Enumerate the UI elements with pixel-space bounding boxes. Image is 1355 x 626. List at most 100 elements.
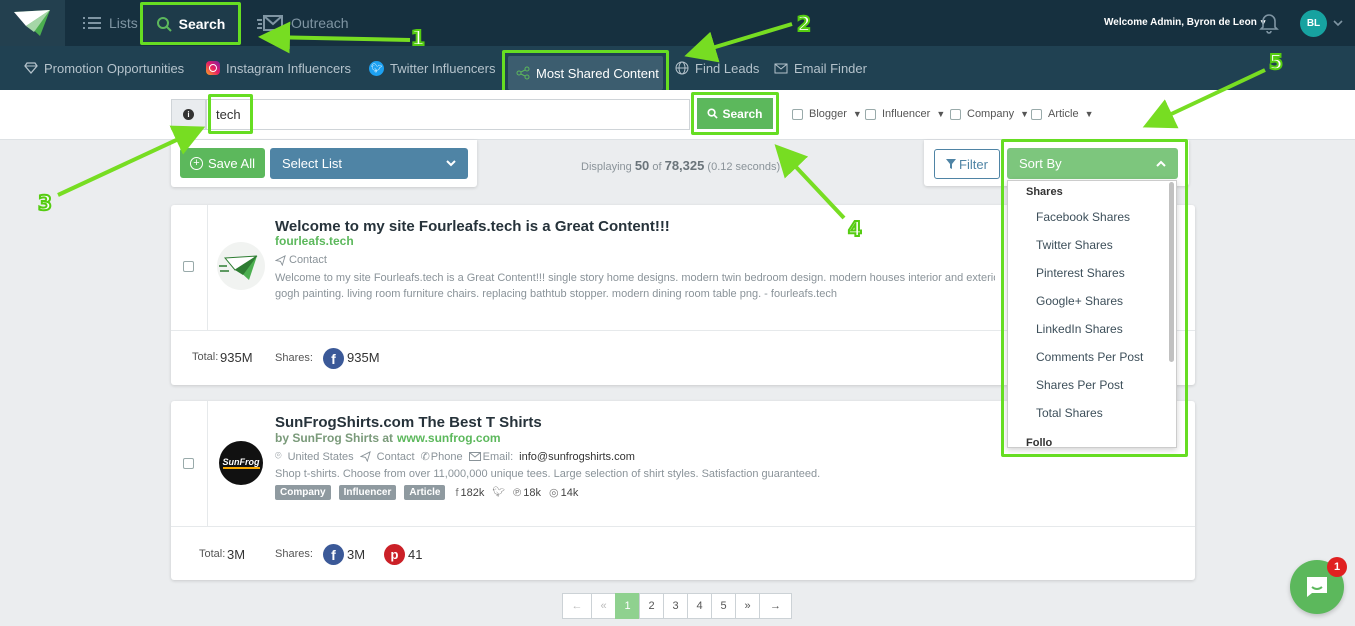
tag-company[interactable]: Company (275, 485, 331, 500)
result-title[interactable]: SunFrogShirts.com The Best T Shirts (275, 414, 542, 431)
twitter-small-icon: 🐦︎ (492, 487, 506, 498)
facebook-shares: 935M (347, 350, 380, 365)
shares-label: Shares: (275, 352, 313, 364)
annotation-number-4: 4 (847, 216, 863, 242)
page-2[interactable]: 2 (639, 593, 664, 619)
page-4[interactable]: 4 (687, 593, 712, 619)
filter-button[interactable]: Filter (934, 149, 1000, 179)
facebook-small-icon: f (455, 486, 459, 499)
subnav-twitter-influencers[interactable]: 🐦︎ Twitter Influencers (369, 46, 496, 90)
phone-link[interactable]: Phone (431, 451, 463, 463)
filter-label: Article (1048, 108, 1079, 120)
caret-down-icon: ▼ (852, 109, 862, 119)
page-next[interactable]: » (735, 593, 760, 619)
shares-label: Shares: (275, 548, 313, 560)
annotation-number-5: 5 (1268, 49, 1284, 75)
subnav-label: Email Finder (794, 60, 867, 76)
caret-down-icon: ▼ (1084, 109, 1094, 119)
card-divider (171, 526, 1195, 527)
avatar[interactable]: BL (1300, 10, 1327, 37)
app-logo[interactable] (0, 0, 65, 46)
nav-lists[interactable]: Lists (82, 0, 138, 46)
nav-outreach[interactable]: Outreach (256, 0, 349, 46)
save-all-button[interactable]: + Save All (180, 148, 265, 178)
select-list-dropdown[interactable]: Select List (270, 148, 468, 179)
subnav-label: Find Leads (695, 60, 760, 76)
subnav-find-leads[interactable]: Find Leads (675, 46, 759, 90)
filter-label: Influencer (882, 108, 931, 120)
info-button[interactable]: i (171, 99, 206, 130)
tag-article[interactable]: Article (404, 485, 446, 500)
annotation-box-3 (208, 94, 253, 134)
caret-down-icon: ▼ (936, 109, 946, 119)
blogger-checkbox[interactable] (792, 108, 803, 120)
annotation-number-3: 3 (37, 190, 53, 216)
bell-icon[interactable] (1259, 12, 1279, 34)
chat-icon (1307, 577, 1327, 597)
result-site-link[interactable]: www.sunfrog.com (397, 431, 501, 445)
welcome-text: Welcome Admin, Byron de Leon (1104, 17, 1257, 28)
pinterest-shares: 41 (408, 547, 423, 562)
results-shown: 50 (634, 158, 650, 173)
article-checkbox[interactable] (1031, 108, 1042, 120)
subnav-instagram-influencers[interactable]: Instagram Influencers (206, 46, 351, 90)
subnav-label: Instagram Influencers (226, 60, 352, 76)
caret-down-icon: ▼ (1020, 109, 1029, 119)
card-divider (207, 205, 208, 331)
funnel-icon (946, 159, 957, 169)
results-prefix: Displaying (581, 161, 632, 173)
filter-influencer[interactable]: Influencer ▼ (865, 108, 945, 120)
influencer-checkbox[interactable] (865, 108, 876, 120)
results-count: Displaying 50 of 78,325 (0.12 seconds) (581, 158, 780, 173)
subnav-email-finder[interactable]: Email Finder (774, 46, 867, 90)
filter-blogger[interactable]: Blogger ▼ (792, 108, 862, 120)
page-first[interactable]: ← (562, 593, 592, 619)
result-title[interactable]: Welcome to my site Fourleafs.tech is a G… (275, 218, 670, 235)
result-site-link[interactable]: fourleafs.tech (275, 234, 354, 248)
annotation-box-1 (140, 2, 241, 45)
total-label: Total: (199, 548, 226, 560)
pinterest-small-icon: ℗ (513, 486, 522, 499)
page-1[interactable]: 1 (615, 593, 640, 619)
page-3[interactable]: 3 (663, 593, 688, 619)
facebook-icon: f (323, 544, 344, 565)
page-last[interactable]: → (759, 593, 792, 619)
page-5[interactable]: 5 (711, 593, 736, 619)
select-list-label: Select List (282, 156, 342, 171)
pinterest-icon: p (384, 544, 405, 565)
contact-link[interactable]: Contact (377, 451, 415, 463)
filter-company[interactable]: Company ▼ (950, 108, 1029, 120)
result-checkbox[interactable] (183, 458, 194, 469)
page-prev[interactable]: « (591, 593, 616, 619)
tag-influencer[interactable]: Influencer (338, 485, 397, 500)
instagram-small-icon: ◎ (548, 487, 559, 499)
result-description-line-1: Welcome to my site Fourleafs.tech is a G… (275, 272, 995, 284)
filter-article[interactable]: Article ▼ (1031, 108, 1093, 120)
result-tags-row: Company Influencer Article f 182k 🐦︎ ℗ 18k… (275, 485, 578, 500)
location: United States (287, 450, 354, 463)
plus-circle-icon: + (190, 156, 203, 170)
welcome-user-menu[interactable]: Welcome Admin, Byron de Leon ▾ (1104, 17, 1265, 28)
subnav-label: Twitter Influencers (390, 60, 496, 76)
result-contact-row: ⌾ United States Contact ✆ Phone Email: inf… (275, 450, 635, 463)
result-author: by SunFrog Shirts at (275, 431, 394, 445)
facebook-followers: 182k (460, 486, 485, 499)
subnav-promotion-opportunities[interactable]: Promotion Opportunities (24, 46, 184, 90)
site-avatar: SunFrog (219, 441, 263, 485)
pagination: ← « 1 2 3 4 5 » → (562, 593, 792, 619)
pinterest-followers: 18k (523, 486, 541, 499)
nav-lists-label: Lists (109, 15, 138, 31)
facebook-shares: 3M (347, 547, 366, 562)
paper-plane-icon (275, 254, 286, 266)
chat-badge: 1 (1327, 557, 1347, 577)
company-checkbox[interactable] (950, 108, 961, 120)
contact-link[interactable]: Contact (275, 254, 327, 266)
email-label: Email: (482, 450, 514, 463)
site-avatar (217, 242, 265, 290)
result-checkbox[interactable] (183, 261, 194, 272)
result-description-line-2: gogh painting. living room furniture cha… (275, 288, 837, 300)
envelope-icon (257, 15, 283, 31)
email-value[interactable]: info@sunfrogshirts.com (519, 451, 635, 463)
chevron-down-icon[interactable] (1333, 19, 1343, 27)
card-divider (207, 401, 208, 526)
